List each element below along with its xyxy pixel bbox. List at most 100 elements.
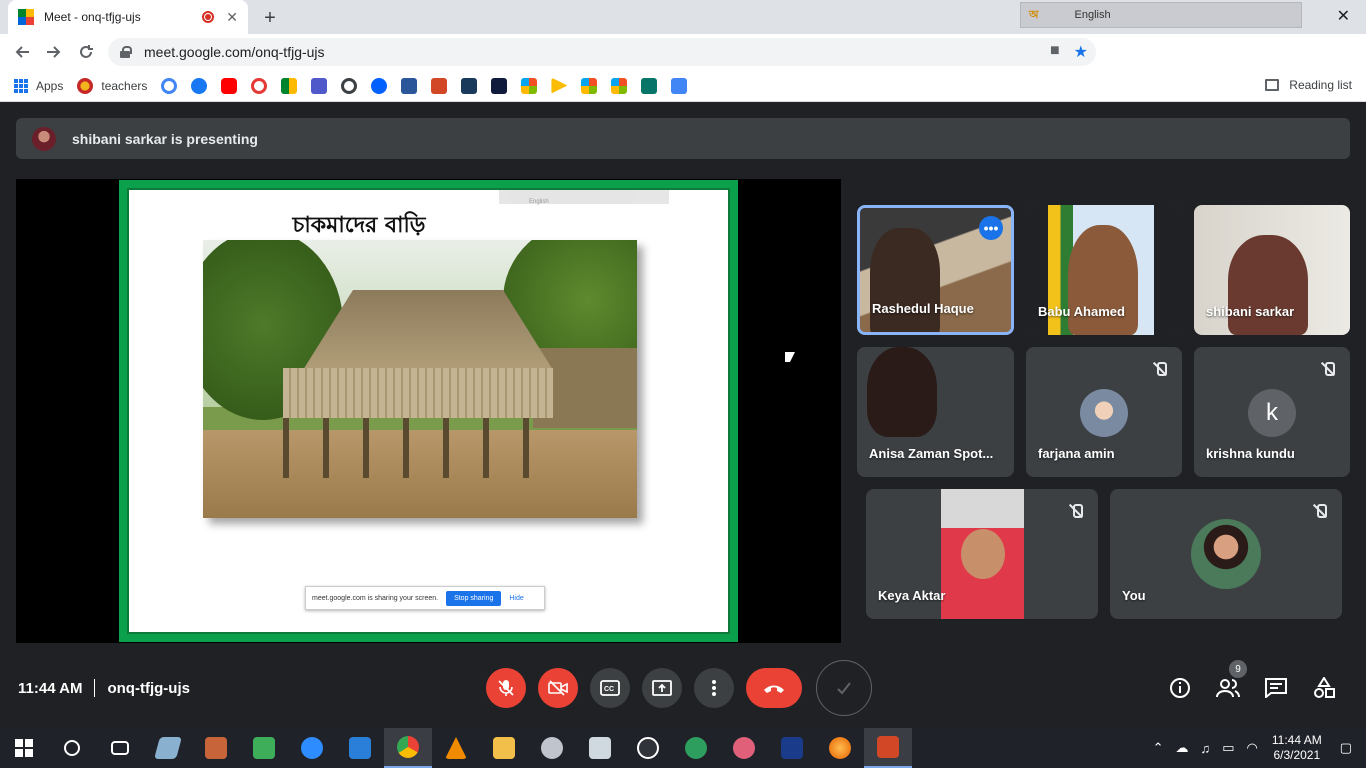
participant-tile[interactable]: Babu Ahamed [1026, 205, 1182, 335]
taskbar-app-zoom[interactable] [288, 728, 336, 768]
camera-permission-icon[interactable]: ■ [1050, 42, 1060, 62]
captions-icon: CC [600, 680, 620, 696]
participant-name: Rashedul Haque [872, 301, 974, 316]
new-tab-button[interactable]: + [258, 6, 282, 30]
participant-tile[interactable]: shibani sarkar [1194, 205, 1350, 335]
bookmark-meet[interactable] [281, 77, 298, 94]
microphone-toggle-button[interactable] [486, 668, 526, 708]
self-avatar [1191, 519, 1261, 589]
participant-name: krishna kundu [1206, 446, 1295, 461]
taskbar-app-camera[interactable] [528, 728, 576, 768]
hide-banner-button[interactable]: Hide [509, 595, 523, 602]
bookmark-n[interactable] [461, 77, 478, 94]
windows-taskbar: ⌃ ☁ ♫ ▭ ◠ 11:44 AM 6/3/2021 ▢ [0, 728, 1366, 768]
bookmark-calendar[interactable] [401, 77, 418, 94]
taskbar-app-presenter[interactable] [576, 728, 624, 768]
taskbar-app-u[interactable] [672, 728, 720, 768]
start-button[interactable] [0, 728, 48, 768]
more-options-icon[interactable]: ••• [979, 216, 1003, 240]
participant-name: shibani sarkar [1206, 304, 1295, 319]
bookmark-play[interactable] [551, 77, 568, 94]
more-options-button[interactable] [694, 668, 734, 708]
taskbar-app-explorer[interactable] [480, 728, 528, 768]
meeting-details: 11:44 AM onq-tfjg-ujs [18, 679, 190, 697]
u-app-icon [685, 737, 707, 759]
shared-screen[interactable]: English চাকমাদের বাড়ি meet.google.com i… [16, 179, 841, 643]
participant-tile[interactable]: Anisa Zaman Spot... [857, 347, 1014, 477]
bookmark-star-app[interactable] [491, 77, 508, 94]
url-text: meet.google.com/onq-tfjg-ujs [144, 44, 325, 60]
volume-icon[interactable]: ♫ [1201, 741, 1211, 756]
taskbar-app-obs[interactable] [624, 728, 672, 768]
calendar-icon [401, 77, 418, 94]
bookmark-microsoft-3[interactable] [611, 77, 628, 94]
extension-action-button[interactable] [816, 660, 872, 716]
taskbar-app-palette[interactable] [720, 728, 768, 768]
taskbar-app-powerpoint[interactable] [864, 728, 912, 768]
bookmark-google[interactable] [161, 77, 178, 94]
tab-close-icon[interactable]: ✕ [226, 9, 238, 26]
bookmark-teachers[interactable]: teachers [77, 77, 147, 94]
activities-button[interactable] [1312, 676, 1336, 700]
microsoft-icon [521, 77, 538, 94]
stop-sharing-button[interactable]: Stop sharing [446, 590, 502, 606]
bookmark-facebook[interactable] [191, 77, 208, 94]
camera-toggle-button[interactable] [538, 668, 578, 708]
present-now-button[interactable] [642, 668, 682, 708]
onedrive-icon[interactable]: ☁ [1176, 740, 1189, 756]
reload-icon[interactable] [70, 36, 102, 68]
chat-button[interactable] [1264, 676, 1288, 700]
bookmark-dropbox[interactable] [371, 77, 388, 94]
participant-tile[interactable]: k krishna kundu [1194, 347, 1350, 477]
mic-muted-icon [1152, 361, 1168, 377]
bookmark-chat[interactable] [671, 77, 688, 94]
browser-toolbar: meet.google.com/onq-tfjg-ujs ■ ★ ⋮ [0, 34, 1366, 88]
camera-app-icon [541, 737, 563, 759]
taskbar-app-crown[interactable] [768, 728, 816, 768]
people-button[interactable] [1216, 676, 1240, 700]
leave-call-button[interactable] [746, 668, 802, 708]
address-bar[interactable]: meet.google.com/onq-tfjg-ujs ■ ★ [108, 38, 1096, 66]
taskbar-app-f[interactable] [240, 728, 288, 768]
dark-app-icon [491, 77, 508, 94]
captions-button[interactable]: CC [590, 668, 630, 708]
taskbar-app-paint[interactable] [192, 728, 240, 768]
taskbar-app-firefox[interactable] [816, 728, 864, 768]
back-arrow-icon[interactable] [6, 36, 38, 68]
bookmark-teams[interactable] [311, 77, 328, 94]
facebook-icon [191, 77, 208, 94]
taskbar-app-chrome[interactable] [384, 728, 432, 768]
taskbar-app-notes[interactable] [144, 728, 192, 768]
lock-icon[interactable] [120, 46, 132, 58]
bookmark-youtube[interactable] [221, 77, 238, 94]
taskbar-app-mail[interactable] [336, 728, 384, 768]
bookmark-forms[interactable] [641, 77, 658, 94]
reading-list-button[interactable]: Reading list [1265, 78, 1352, 92]
taskbar-clock[interactable]: 11:44 AM 6/3/2021 [1272, 733, 1322, 763]
bookmark-target[interactable] [251, 77, 268, 94]
battery-icon[interactable]: ▭ [1222, 740, 1234, 756]
bookmark-at[interactable] [341, 77, 358, 94]
bookmark-apps[interactable]: Apps [14, 78, 63, 93]
browser-tab-meet[interactable]: Meet - onq-tfjg-ujs ✕ [8, 0, 248, 34]
taskbar-app-vlc[interactable] [432, 728, 480, 768]
window-close-button[interactable]: ✕ [1337, 6, 1350, 26]
participant-tile[interactable]: You [1110, 489, 1342, 619]
participant-tile[interactable]: ••• Rashedul Haque [857, 205, 1014, 335]
bookmark-star-icon[interactable]: ★ [1074, 42, 1088, 62]
bookmark-microsoft[interactable] [521, 77, 538, 94]
obs-icon [637, 737, 659, 759]
task-view-button[interactable] [96, 728, 144, 768]
bookmark-powerpoint[interactable] [431, 77, 448, 94]
meeting-info-button[interactable] [1168, 676, 1192, 700]
bookmark-microsoft-2[interactable] [581, 77, 598, 94]
participant-tile[interactable]: farjana amin [1026, 347, 1182, 477]
participant-tile[interactable]: Keya Aktar [866, 489, 1098, 619]
youtube-icon [221, 77, 238, 94]
wifi-icon[interactable]: ◠ [1247, 740, 1258, 756]
forward-arrow-icon[interactable] [38, 36, 70, 68]
search-button[interactable] [48, 728, 96, 768]
notification-center-icon[interactable]: ▢ [1340, 740, 1352, 756]
ime-language-bar[interactable]: অ English [1020, 2, 1302, 28]
tray-overflow-icon[interactable]: ⌃ [1153, 740, 1164, 756]
